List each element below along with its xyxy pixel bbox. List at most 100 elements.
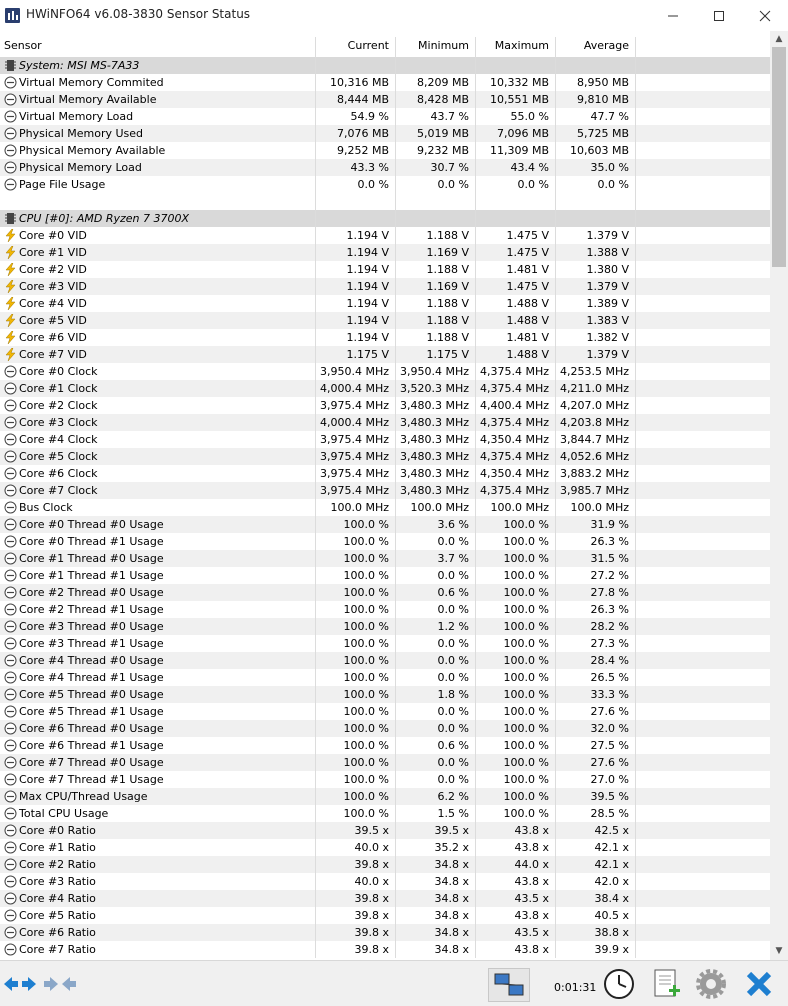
settings-button[interactable] [692, 968, 730, 1000]
sensor-row[interactable]: Physical Memory Available 9,252 MB 9,232 M… [0, 142, 770, 159]
sensor-row[interactable]: Physical Memory Load 43.3 % 30.7 % 43.4 % 35… [0, 159, 770, 176]
sensor-group-row[interactable]: CPU [#0]: AMD Ryzen 7 3700X [0, 210, 770, 227]
sensor-row[interactable]: Core #0 VID 1.194 V 1.188 V 1.475 V 1.379 V [0, 227, 770, 244]
sensor-row[interactable]: Core #1 Thread #0 Usage 100.0 % 3.7 % 100.0… [0, 550, 770, 567]
sensor-row[interactable]: Core #3 Thread #0 Usage 100.0 % 1.2 % 100.0… [0, 618, 770, 635]
gauge-icon [4, 76, 17, 89]
sensor-row[interactable]: Bus Clock 100.0 MHz 100.0 MHz 100.0 MHz 100.… [0, 499, 770, 516]
current-value: 100.0 % [343, 569, 389, 582]
sensor-row[interactable]: Core #0 Ratio 39.5 x 39.5 x 43.8 x 42.5 x [0, 822, 770, 839]
current-value: 100.0 % [343, 739, 389, 752]
nav-left-right-button[interactable] [2, 968, 38, 1000]
bolt-icon [5, 263, 16, 276]
column-header-current[interactable]: Current [316, 35, 389, 57]
current-value: 100.0 % [343, 654, 389, 667]
sensor-row[interactable]: Core #1 VID 1.194 V 1.169 V 1.475 V 1.388 V [0, 244, 770, 261]
sensor-row[interactable]: Core #6 Ratio 39.8 x 34.8 x 43.5 x 38.8 x [0, 924, 770, 941]
sensor-row[interactable]: Core #4 Ratio 39.8 x 34.8 x 43.5 x 38.4 x [0, 890, 770, 907]
sensor-row[interactable]: Core #2 Ratio 39.8 x 34.8 x 44.0 x 42.1 x [0, 856, 770, 873]
average-value: 31.9 % [590, 518, 629, 531]
minimum-value: 6.2 % [437, 790, 469, 803]
bolt-icon [5, 297, 16, 310]
sensor-row[interactable]: Core #5 Thread #0 Usage 100.0 % 1.8 % 100.0… [0, 686, 770, 703]
sensor-row[interactable]: Core #7 Thread #1 Usage 100.0 % 0.0 % 100.0… [0, 771, 770, 788]
sensor-row[interactable]: Total CPU Usage 100.0 % 1.5 % 100.0 % 28.5 % [0, 805, 770, 822]
scroll-thumb[interactable] [772, 47, 786, 267]
maximum-value: 100.0 % [503, 620, 549, 633]
sensor-row[interactable]: Physical Memory Used 7,076 MB 5,019 MB 7,09… [0, 125, 770, 142]
current-value: 54.9 % [350, 110, 389, 123]
sensor-row[interactable]: Core #4 Thread #1 Usage 100.0 % 0.0 % 100.0… [0, 669, 770, 686]
minimize-button[interactable] [650, 0, 696, 31]
sensor-row[interactable]: Core #4 Clock 3,975.4 MHz 3,480.3 MHz 4,350… [0, 431, 770, 448]
vertical-scrollbar[interactable]: ▲ ▼ [770, 31, 788, 960]
sensor-name: Core #4 Clock [19, 433, 98, 446]
sensor-row[interactable]: Page File Usage 0.0 % 0.0 % 0.0 % 0.0 % [0, 176, 770, 193]
sensor-row[interactable]: Core #0 Thread #1 Usage 100.0 % 0.0 % 100.0… [0, 533, 770, 550]
sensor-name: Core #6 Clock [19, 467, 98, 480]
sensor-row[interactable]: Core #5 VID 1.194 V 1.188 V 1.488 V 1.383 V [0, 312, 770, 329]
sensor-row[interactable]: Core #5 Thread #1 Usage 100.0 % 0.0 % 100.0… [0, 703, 770, 720]
maximize-button[interactable] [696, 0, 742, 31]
sensor-row[interactable]: Core #6 Thread #1 Usage 100.0 % 0.6 % 100.0… [0, 737, 770, 754]
current-value: 3,975.4 MHz [319, 399, 389, 412]
sensor-row[interactable]: Core #3 Thread #1 Usage 100.0 % 0.0 % 100.0… [0, 635, 770, 652]
sensor-name: Core #6 Ratio [19, 926, 96, 939]
sensor-row[interactable]: Core #0 Thread #0 Usage 100.0 % 3.6 % 100.0… [0, 516, 770, 533]
sensor-row[interactable]: Core #3 Ratio 40.0 x 34.8 x 43.8 x 42.0 x [0, 873, 770, 890]
sensor-row[interactable]: Core #7 Clock 3,975.4 MHz 3,480.3 MHz 4,375… [0, 482, 770, 499]
gauge-icon [4, 586, 17, 599]
minimum-value: 35.2 x [434, 841, 470, 854]
sensor-row[interactable]: Core #4 Thread #0 Usage 100.0 % 0.0 % 100.0… [0, 652, 770, 669]
maximum-value: 100.0 % [503, 705, 549, 718]
sensor-row[interactable]: Core #7 Ratio 39.8 x 34.8 x 43.8 x 39.9 x [0, 941, 770, 958]
current-value: 8,444 MB [336, 93, 389, 106]
collapse-button[interactable] [42, 968, 78, 1000]
sensor-row[interactable]: Core #2 Clock 3,975.4 MHz 3,480.3 MHz 4,400… [0, 397, 770, 414]
close-sensors-button[interactable] [740, 968, 778, 1000]
current-value: 39.5 x [354, 824, 390, 837]
close-window-button[interactable] [742, 0, 788, 31]
sensor-row[interactable]: Max CPU/Thread Usage 100.0 % 6.2 % 100.0 % 3… [0, 788, 770, 805]
app-icon[interactable] [5, 8, 20, 23]
column-header-sensor[interactable]: Sensor [4, 35, 42, 57]
sensor-row[interactable]: Core #5 Ratio 39.8 x 34.8 x 43.8 x 40.5 x [0, 907, 770, 924]
sensor-row[interactable]: Core #2 VID 1.194 V 1.188 V 1.481 V 1.380 V [0, 261, 770, 278]
maximum-value: 4,375.4 MHz [479, 382, 549, 395]
sensor-row[interactable]: Core #1 Thread #1 Usage 100.0 % 0.0 % 100.0… [0, 567, 770, 584]
sensor-row[interactable]: Core #5 Clock 3,975.4 MHz 3,480.3 MHz 4,375… [0, 448, 770, 465]
sensor-row[interactable]: Virtual Memory Load 54.9 % 43.7 % 55.0 % 47.… [0, 108, 770, 125]
sensor-row[interactable]: Core #2 Thread #0 Usage 100.0 % 0.6 % 100.0… [0, 584, 770, 601]
maximum-value: 43.8 x [514, 875, 550, 888]
sensor-group-row[interactable]: System: MSI MS-7A33 [0, 57, 770, 74]
column-header-maximum[interactable]: Maximum [476, 35, 549, 57]
sensor-row[interactable]: Core #4 VID 1.194 V 1.188 V 1.488 V 1.389 V [0, 295, 770, 312]
current-value: 100.0 % [343, 773, 389, 786]
scroll-up-arrow[interactable]: ▲ [770, 31, 788, 48]
column-header-average[interactable]: Average [556, 35, 629, 57]
network-button[interactable] [488, 968, 530, 1002]
sensor-row[interactable]: Virtual Memory Available 8,444 MB 8,428 MB… [0, 91, 770, 108]
sensor-row[interactable]: Virtual Memory Commited 10,316 MB 8,209 MB… [0, 74, 770, 91]
maximum-value: 1.481 V [506, 263, 549, 276]
clock-button[interactable] [600, 968, 638, 1000]
minimum-value: 0.0 % [437, 569, 469, 582]
report-add-button[interactable] [646, 968, 686, 1000]
maximum-value: 1.488 V [506, 297, 549, 310]
sensor-row[interactable]: Core #6 VID 1.194 V 1.188 V 1.481 V 1.382 V [0, 329, 770, 346]
sensor-row[interactable]: Core #6 Thread #0 Usage 100.0 % 0.0 % 100.0… [0, 720, 770, 737]
average-value: 26.3 % [590, 535, 629, 548]
sensor-row[interactable]: Core #0 Clock 3,950.4 MHz 3,950.4 MHz 4,375… [0, 363, 770, 380]
group-name: System: MSI MS-7A33 [19, 59, 140, 72]
sensor-row[interactable]: Core #3 Clock 4,000.4 MHz 3,480.3 MHz 4,375… [0, 414, 770, 431]
scroll-down-arrow[interactable]: ▼ [770, 943, 788, 960]
sensor-row[interactable]: Core #7 Thread #0 Usage 100.0 % 0.0 % 100.0… [0, 754, 770, 771]
sensor-row[interactable]: Core #1 Ratio 40.0 x 35.2 x 43.8 x 42.1 x [0, 839, 770, 856]
sensor-row[interactable]: Core #6 Clock 3,975.4 MHz 3,480.3 MHz 4,350… [0, 465, 770, 482]
sensor-row[interactable]: Core #2 Thread #1 Usage 100.0 % 0.0 % 100.0… [0, 601, 770, 618]
column-header-minimum[interactable]: Minimum [396, 35, 469, 57]
sensor-row[interactable]: Core #7 VID 1.175 V 1.175 V 1.488 V 1.379 V [0, 346, 770, 363]
bottom-toolbar: 0:01:31 [0, 960, 788, 1006]
sensor-row[interactable]: Core #1 Clock 4,000.4 MHz 3,520.3 MHz 4,375… [0, 380, 770, 397]
sensor-row[interactable]: Core #3 VID 1.194 V 1.169 V 1.475 V 1.379 V [0, 278, 770, 295]
